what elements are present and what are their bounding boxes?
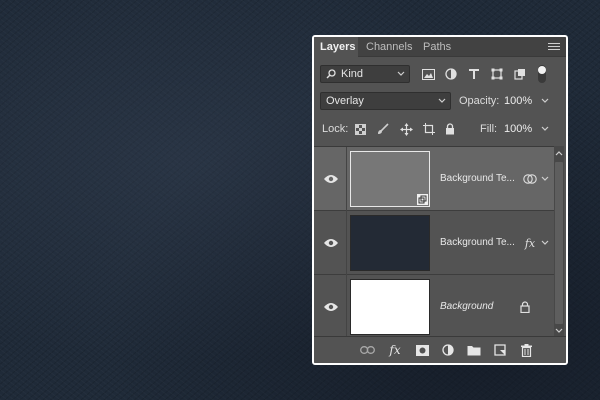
chevron-down-icon[interactable] [541,176,549,182]
lock-all-icon[interactable] [442,121,458,137]
filter-kind-dropdown[interactable]: Kind [320,65,410,83]
blend-mode-dropdown[interactable]: Overlay [320,92,451,110]
fill-label: Fill: [480,123,498,135]
layer-name[interactable]: Background Te... [440,237,522,248]
chevron-down-icon [438,98,446,103]
fx-label: fx [524,236,536,250]
divider [346,147,347,211]
divider [346,211,347,275]
layer-thumbnail[interactable] [350,151,430,207]
chevron-down-icon [397,71,405,76]
eye-icon[interactable] [323,237,339,249]
chevron-down-icon[interactable] [541,98,549,104]
tab-layers[interactable]: Layers [314,37,358,57]
opacity-label: Opacity: [459,95,500,107]
adjustment-filter-icon[interactable] [443,66,459,82]
opacity-value[interactable]: 100% [504,95,532,107]
divider [346,275,347,339]
smart-object-filter-icon[interactable] [512,66,528,82]
layers-panel: Layers Channels Paths Kind Overlay Opaci… [312,35,568,365]
lock-artboard-icon[interactable] [421,121,437,137]
type-filter-icon[interactable] [466,66,482,82]
smart-filter-icon[interactable] [522,171,538,187]
layer-name[interactable]: Background Te... [440,173,522,184]
lock-label: Lock: [322,123,349,135]
tab-channels[interactable]: Channels [360,37,418,57]
layer-effects-icon[interactable]: fx [522,235,538,251]
adjustment-icon[interactable] [440,342,456,358]
fill-value[interactable]: 100% [504,123,532,135]
link-icon[interactable] [359,342,375,358]
shape-filter-icon[interactable] [489,66,505,82]
layers-footer-toolbar: fx [314,336,566,363]
eye-icon[interactable] [323,173,339,185]
mask-icon[interactable] [414,342,430,358]
tab-paths[interactable]: Paths [417,37,457,57]
layers-list: Background Te... Background Te... fx Bac… [314,146,558,339]
layer-row[interactable]: Background Te... [314,147,558,211]
chevron-down-icon[interactable] [541,240,549,246]
lock-position-icon[interactable] [398,121,414,137]
image-filter-icon[interactable] [420,66,436,82]
fx-icon[interactable]: fx [387,342,403,358]
folder-icon[interactable] [466,342,482,358]
lock-transparent-icon[interactable] [352,121,368,137]
eye-icon[interactable] [323,301,339,313]
layer-thumbnail[interactable] [350,215,430,271]
layer-row[interactable]: Background Te... fx [314,211,558,275]
layer-thumbnail[interactable] [350,279,430,335]
scroll-up-icon[interactable] [555,149,563,157]
layer-name[interactable]: Background [440,301,522,312]
scroll-thumb[interactable] [555,162,563,324]
filter-toggle-icon[interactable] [536,63,548,85]
smart-object-badge-icon [417,194,428,205]
layers-scrollbar[interactable] [554,146,564,338]
layer-row[interactable]: Background [314,275,558,339]
chevron-down-icon[interactable] [541,126,549,132]
new-layer-icon[interactable] [492,342,508,358]
blend-mode-value: Overlay [326,95,364,107]
lock-icon [517,299,533,315]
search-icon [326,69,336,79]
lock-paint-icon[interactable] [375,121,391,137]
fx-footer-label: fx [389,343,401,357]
scroll-down-icon[interactable] [555,327,563,335]
filter-kind-label: Kind [341,68,364,80]
panel-tab-bar: Layers Channels Paths [314,37,566,57]
panel-menu-icon[interactable] [548,43,560,51]
trash-icon[interactable] [518,342,534,358]
